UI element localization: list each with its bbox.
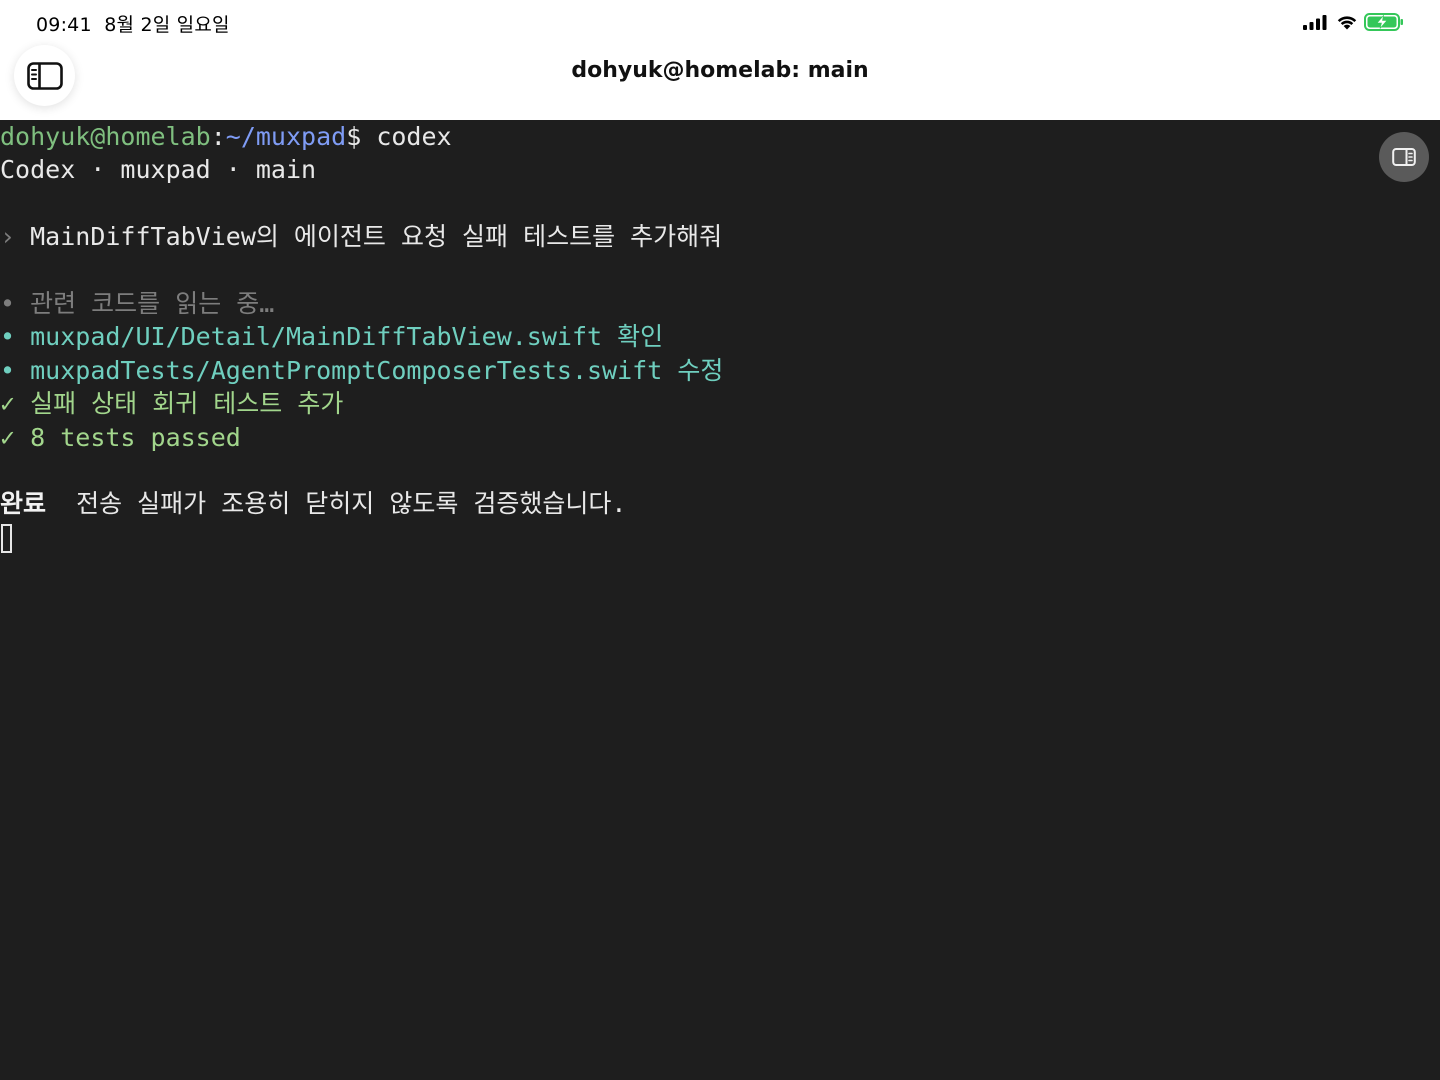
prompt-line: dohyuk@homelab:~/muxpad$ codex (0, 120, 452, 154)
step-text: 관련 코드를 읽는 중… (15, 289, 275, 318)
step-text: 8 tests passed (15, 423, 241, 452)
summary-text: 전송 실패가 조용히 닫히지 않도록 검증했습니다. (46, 489, 627, 518)
step-marker: • (0, 322, 16, 351)
step-check-marker: ✓ (0, 423, 16, 452)
status-time: 09:41 (36, 14, 92, 36)
step-text: muxpadTests/AgentPromptComposerTests.swi… (15, 356, 724, 385)
status-icons (1302, 12, 1404, 32)
terminal-cursor (1, 524, 12, 553)
status-bar: 09:41 8월 2일 일요일 (0, 0, 1440, 44)
prompt-path: ~/muxpad (225, 122, 347, 151)
right-panel-icon (1392, 148, 1416, 166)
nav-title: dohyuk@homelab: main (571, 58, 869, 83)
top-bar: 09:41 8월 2일 일요일 dohyuk@homelab: main (0, 0, 1440, 120)
step-line: • 관련 코드를 읽는 중… (0, 287, 274, 321)
step-line: • muxpadTests/AgentPromptComposerTests.s… (0, 354, 723, 388)
user-message-marker: › (0, 222, 16, 251)
session-header: Codex · muxpad · main (0, 155, 317, 184)
terminal[interactable]: dohyuk@homelab:~/muxpad$ codex Codex · m… (0, 120, 1440, 1080)
prompt-colon: : (210, 122, 226, 151)
status-time-date: 09:41 8월 2일 일요일 (36, 10, 230, 37)
summary-line: 완료 전송 실패가 조용히 닫히지 않도록 검증했습니다. (0, 487, 626, 521)
prompt-user-host: dohyuk@homelab (0, 122, 211, 151)
user-message-text: MainDiffTabView의 에이전트 요청 실패 테스트를 추가해줘 (15, 222, 723, 251)
cellular-signal-icon (1303, 15, 1327, 30)
step-line: ✓ 실패 상태 회귀 테스트 추가 (0, 387, 343, 421)
user-message-line: › MainDiffTabView의 에이전트 요청 실패 테스트를 추가해줘 (0, 220, 722, 254)
prompt-command: codex (361, 122, 452, 151)
panel-toggle-button[interactable] (1379, 132, 1429, 182)
step-text: muxpad/UI/Detail/MainDiffTabView.swift 확… (15, 322, 664, 351)
step-line: ✓ 8 tests passed (0, 421, 241, 455)
wifi-icon (1337, 16, 1357, 30)
summary-label: 완료 (0, 489, 47, 518)
step-line: • muxpad/UI/Detail/MainDiffTabView.swift… (0, 320, 663, 354)
status-date: 8월 2일 일요일 (104, 14, 230, 36)
step-marker: • (0, 289, 16, 318)
step-text: 실패 상태 회귀 테스트 추가 (15, 389, 344, 418)
step-marker: • (0, 356, 16, 385)
prompt-dollar: $ (346, 122, 362, 151)
step-check-marker: ✓ (0, 389, 16, 418)
battery-charging-icon (1364, 13, 1403, 31)
